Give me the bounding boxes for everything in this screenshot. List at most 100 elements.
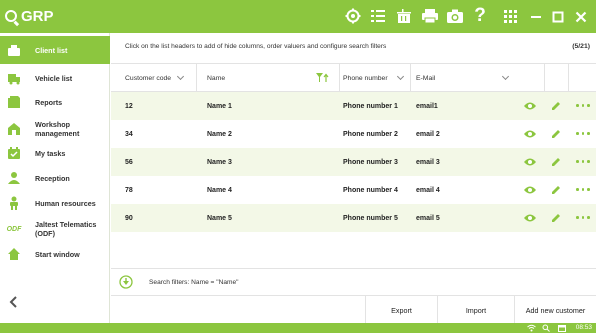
minimize-icon bbox=[531, 15, 541, 18]
export-button[interactable]: Export bbox=[365, 296, 437, 324]
table-row[interactable]: 12 Name 1 Phone number 1 email1 bbox=[111, 92, 596, 120]
reception-icon bbox=[7, 171, 21, 185]
reports-icon bbox=[7, 95, 21, 109]
list-icon[interactable] bbox=[368, 6, 388, 26]
table-row[interactable]: 34 Name 2 Phone number 2 email 2 bbox=[111, 120, 596, 148]
sidebar-item-label: Jaltest Telematics (ODF) bbox=[35, 220, 97, 238]
column-header-customer-code[interactable]: Customer code bbox=[111, 64, 197, 92]
add-new-customer-button[interactable]: Add new customer bbox=[514, 296, 596, 324]
wifi-icon bbox=[527, 324, 536, 333]
sidebar-item-client-list[interactable]: Client list bbox=[0, 36, 110, 64]
cell-email: email 3 bbox=[416, 158, 440, 166]
main-content: Click on the list headers to add of hide… bbox=[111, 33, 596, 324]
sidebar-item-jaltest-telematics[interactable]: ODF Jaltest Telematics (ODF) bbox=[0, 215, 110, 243]
workshop-icon bbox=[7, 122, 21, 136]
table-row[interactable]: 90 Name 5 Phone number 5 email 5 bbox=[111, 204, 596, 232]
cell-phone: Phone number 4 bbox=[343, 186, 398, 194]
import-button[interactable]: Import bbox=[437, 296, 514, 324]
close-icon bbox=[575, 11, 587, 22]
cell-customer-code: 56 bbox=[125, 158, 133, 166]
apps-grid-icon[interactable] bbox=[497, 0, 523, 33]
camera-icon[interactable] bbox=[444, 6, 466, 26]
sidebar-item-my-tasks[interactable]: My tasks bbox=[0, 139, 110, 167]
calendar-icon bbox=[558, 324, 566, 333]
chevron-down-icon bbox=[396, 72, 405, 81]
sidebar-item-label: Vehicle list bbox=[35, 73, 73, 83]
cell-phone: Phone number 2 bbox=[343, 130, 398, 138]
client-icon bbox=[7, 43, 21, 57]
cell-email: email 4 bbox=[416, 186, 440, 194]
refresh-filter-icon[interactable] bbox=[119, 275, 133, 289]
maximize-icon bbox=[552, 11, 564, 22]
app-logo-text: GRP bbox=[21, 7, 54, 25]
sidebar-item-reception[interactable]: Reception bbox=[0, 164, 110, 192]
printer-icon[interactable] bbox=[419, 6, 441, 26]
cell-name: Name 2 bbox=[207, 130, 232, 138]
sidebar-item-label: Reception bbox=[35, 173, 70, 183]
clock-time: 08:53 bbox=[575, 324, 592, 331]
cell-customer-code: 78 bbox=[125, 186, 133, 194]
pencil-icon[interactable] bbox=[549, 99, 563, 113]
column-header-view bbox=[545, 64, 569, 92]
chevron-down-icon bbox=[501, 72, 510, 81]
chevron-down-icon bbox=[176, 72, 185, 81]
cell-name: Name 4 bbox=[207, 186, 232, 194]
more-options-icon[interactable] bbox=[576, 160, 590, 163]
sidebar-item-start-window[interactable]: Start window bbox=[0, 240, 110, 268]
cell-name: Name 3 bbox=[207, 158, 232, 166]
hr-icon bbox=[7, 196, 21, 210]
more-options-icon[interactable] bbox=[576, 132, 590, 135]
table-row[interactable]: 78 Name 4 Phone number 4 email 4 bbox=[111, 176, 596, 204]
more-options-icon[interactable] bbox=[576, 216, 590, 219]
collapse-sidebar-icon[interactable] bbox=[8, 295, 22, 309]
table-header: Customer code Name Phone number E-Mail bbox=[111, 63, 596, 92]
pencil-icon[interactable] bbox=[549, 211, 563, 225]
vehicle-icon bbox=[7, 71, 21, 85]
pencil-icon[interactable] bbox=[549, 183, 563, 197]
pencil-icon[interactable] bbox=[549, 127, 563, 141]
cell-phone: Phone number 3 bbox=[343, 158, 398, 166]
settings-icon[interactable] bbox=[343, 6, 363, 26]
sidebar-item-label: Human resources bbox=[35, 198, 96, 208]
cell-customer-code: 90 bbox=[125, 214, 133, 222]
eye-icon[interactable] bbox=[523, 99, 537, 113]
status-bar: 08:53 bbox=[0, 323, 596, 333]
record-count: (5/21) bbox=[572, 43, 590, 50]
help-icon[interactable]: ? bbox=[472, 5, 488, 26]
filter-sort-icon bbox=[316, 73, 329, 85]
column-header-name[interactable]: Name bbox=[197, 64, 340, 92]
tasks-icon bbox=[7, 146, 21, 160]
cell-email: email1 bbox=[416, 102, 438, 110]
sidebar-item-human-resources[interactable]: Human resources bbox=[0, 189, 110, 217]
search-logo-icon bbox=[5, 10, 17, 22]
sidebar-item-label: Client list bbox=[35, 45, 68, 55]
cell-email: email 5 bbox=[416, 214, 440, 222]
column-header-phone-number[interactable]: Phone number bbox=[340, 64, 411, 92]
trash-icon[interactable] bbox=[394, 6, 414, 26]
cell-name: Name 1 bbox=[207, 102, 232, 110]
cell-phone: Phone number 5 bbox=[343, 214, 398, 222]
odf-icon: ODF bbox=[6, 225, 22, 233]
pencil-icon[interactable] bbox=[549, 155, 563, 169]
column-header-email[interactable]: E-Mail bbox=[411, 64, 545, 92]
eye-icon[interactable] bbox=[523, 127, 537, 141]
sidebar-item-label: Workshop management bbox=[35, 120, 80, 138]
sidebar-item-label: Reports bbox=[35, 97, 63, 107]
more-options-icon[interactable] bbox=[576, 104, 590, 107]
sidebar-item-label: Start window bbox=[35, 249, 80, 259]
cell-phone: Phone number 1 bbox=[343, 102, 398, 110]
sidebar-item-reports[interactable]: Reports bbox=[0, 88, 110, 116]
cell-email: email 2 bbox=[416, 130, 440, 138]
cell-customer-code: 12 bbox=[125, 102, 133, 110]
more-options-icon[interactable] bbox=[576, 188, 590, 191]
eye-icon[interactable] bbox=[523, 183, 537, 197]
sidebar: Client list Vehicle list Reports Worksho… bbox=[0, 33, 110, 323]
app-logo: GRP bbox=[5, 6, 54, 26]
column-header-edit bbox=[569, 64, 596, 92]
eye-icon[interactable] bbox=[523, 211, 537, 225]
table-row[interactable]: 56 Name 3 Phone number 3 email 3 bbox=[111, 148, 596, 176]
cell-name: Name 5 bbox=[207, 214, 232, 222]
close-button[interactable] bbox=[566, 0, 596, 33]
eye-icon[interactable] bbox=[523, 155, 537, 169]
home-icon bbox=[7, 247, 21, 261]
